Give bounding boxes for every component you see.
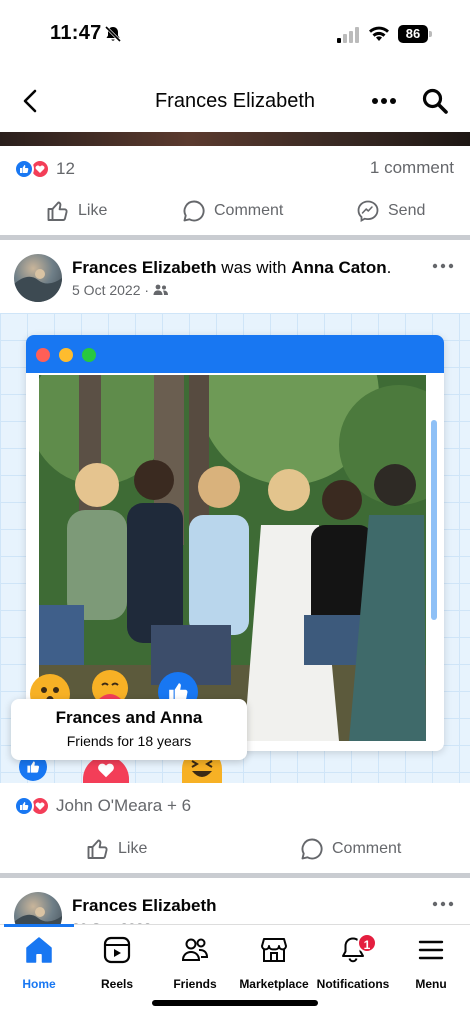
comment-button[interactable]: Comment bbox=[182, 189, 283, 233]
tab-reels-label: Reels bbox=[100, 977, 134, 991]
search-icon[interactable] bbox=[420, 86, 450, 116]
thumbs-up-icon bbox=[47, 201, 68, 221]
cellular-signal-icon bbox=[337, 27, 359, 43]
post-date[interactable]: 5 Oct 2022 · bbox=[72, 282, 149, 298]
battery-indicator: 86 bbox=[398, 25, 428, 43]
thumbs-up-icon bbox=[87, 839, 108, 859]
previous-post-reactions[interactable]: 12 bbox=[14, 157, 75, 181]
post-meta: 5 Oct 2022 · bbox=[72, 282, 169, 298]
comment-label: Comment bbox=[214, 202, 284, 219]
post-reactions[interactable]: John O'Meara + 6 bbox=[14, 794, 191, 818]
post-divider bbox=[0, 873, 470, 878]
tab-notifications-label: Notifications bbox=[316, 977, 390, 991]
with-text: was with bbox=[221, 258, 287, 277]
comment-button[interactable]: Comment bbox=[300, 827, 401, 871]
tab-marketplace-label: Marketplace bbox=[239, 977, 309, 991]
reaction-count: 12 bbox=[56, 159, 75, 178]
period: . bbox=[386, 258, 392, 277]
like-label: Like bbox=[118, 840, 148, 857]
memory-scrollbar[interactable] bbox=[431, 420, 437, 620]
memory-window[interactable] bbox=[26, 335, 444, 751]
post-author-line: Frances Elizabeth was with Anna Caton. bbox=[72, 258, 391, 278]
menu-icon bbox=[418, 940, 444, 960]
window-title-bar bbox=[26, 335, 444, 373]
battery-nub bbox=[429, 31, 432, 37]
tab-marketplace[interactable]: Marketplace bbox=[233, 935, 315, 991]
like-reaction-icon bbox=[14, 159, 34, 179]
active-tab-indicator bbox=[4, 924, 74, 927]
comment-label: Comment bbox=[332, 840, 402, 857]
reactors-text: John O'Meara + 6 bbox=[56, 796, 192, 815]
bell-muted-icon bbox=[104, 25, 122, 43]
post-author-name[interactable]: Frances Elizabeth bbox=[72, 258, 217, 277]
messenger-icon bbox=[357, 200, 379, 223]
send-label: Send bbox=[388, 202, 426, 219]
tab-home[interactable]: Home bbox=[0, 935, 79, 991]
next-post-options-icon[interactable] bbox=[432, 899, 454, 909]
friends-audience-icon bbox=[153, 284, 169, 295]
status-bar: 11:47 86 bbox=[0, 0, 470, 70]
tab-home-label: Home bbox=[22, 977, 56, 991]
post-options-icon[interactable] bbox=[432, 261, 454, 271]
comment-count[interactable]: 1 comment bbox=[370, 158, 454, 178]
home-icon bbox=[26, 937, 52, 963]
window-minimize-dot bbox=[59, 348, 73, 362]
comment-bubble-icon bbox=[301, 838, 323, 860]
reels-icon bbox=[103, 936, 131, 964]
tab-menu-label: Menu bbox=[415, 977, 447, 991]
previous-post-photo[interactable] bbox=[0, 132, 470, 146]
friendship-card[interactable]: Frances and Anna Friends for 18 years bbox=[11, 699, 247, 760]
friends-icon bbox=[181, 938, 209, 961]
like-button[interactable]: Like bbox=[86, 827, 147, 871]
page-title: Frances Elizabeth bbox=[154, 90, 316, 112]
status-time: 11:47 bbox=[50, 22, 102, 44]
marketplace-icon bbox=[261, 938, 287, 962]
tab-friends[interactable]: Friends bbox=[155, 935, 235, 991]
post-actions: Like Comment bbox=[0, 827, 470, 871]
tab-menu[interactable]: Menu bbox=[391, 935, 470, 991]
notification-badge: 1 bbox=[357, 933, 377, 953]
friendship-title: Frances and Anna bbox=[55, 708, 203, 727]
like-reaction-icon bbox=[14, 796, 34, 816]
profile-header: Frances Elizabeth bbox=[0, 70, 470, 132]
window-maximize-dot bbox=[82, 348, 96, 362]
like-label: Like bbox=[78, 202, 108, 219]
home-indicator[interactable] bbox=[152, 1000, 318, 1006]
post-divider bbox=[0, 235, 470, 240]
friendship-subtitle: Friends for 18 years bbox=[66, 733, 192, 749]
author-avatar[interactable] bbox=[14, 254, 62, 302]
tagged-friend-name[interactable]: Anna Caton bbox=[291, 258, 386, 277]
comment-bubble-icon bbox=[183, 200, 205, 222]
tab-notifications[interactable]: 1 Notifications bbox=[313, 933, 393, 991]
window-close-dot bbox=[36, 348, 50, 362]
tab-friends-label: Friends bbox=[173, 977, 217, 991]
wifi-icon bbox=[369, 26, 389, 41]
more-options-icon[interactable] bbox=[370, 90, 398, 112]
like-button[interactable]: Like bbox=[46, 189, 107, 233]
previous-post-actions: Like Comment Send bbox=[0, 189, 470, 233]
next-post-author[interactable]: Frances Elizabeth bbox=[72, 896, 217, 916]
next-post-author-name[interactable]: Frances Elizabeth bbox=[72, 896, 217, 915]
send-button[interactable]: Send bbox=[356, 189, 425, 233]
tab-reels[interactable]: Reels bbox=[77, 935, 157, 991]
